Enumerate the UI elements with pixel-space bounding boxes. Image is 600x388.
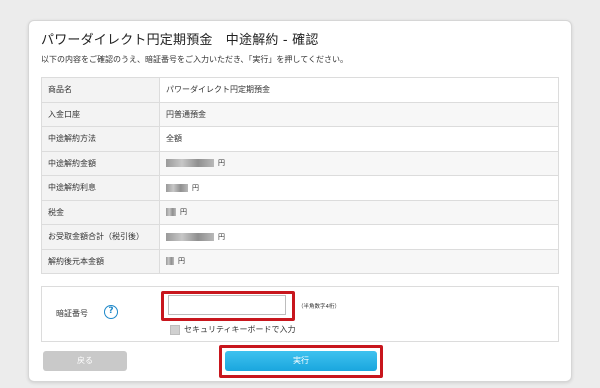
masked-amount <box>166 208 176 217</box>
table-row: 税金 円 <box>41 199 559 225</box>
table-row: 商品名 パワーダイレクト円定期預金 <box>41 77 559 103</box>
row-value-cell: 円 <box>159 175 559 201</box>
row-label: 中途解約方法 <box>41 126 160 152</box>
masked-amount <box>166 257 174 266</box>
pin-label: 暗証番号 <box>56 309 88 318</box>
security-keyboard-option[interactable]: セキュリティキーボードで入力 <box>170 324 296 335</box>
security-keyboard-label: セキュリティキーボードで入力 <box>184 325 296 334</box>
row-value-cell: 円 <box>159 150 559 176</box>
back-button[interactable]: 戻る <box>43 351 127 371</box>
input-highlight-frame <box>161 291 295 321</box>
row-label: 税金 <box>41 199 160 225</box>
details-table: 商品名 パワーダイレクト円定期預金 入金口座 円普通預金 中途解約方法 全額 中… <box>41 77 559 274</box>
question-circle-icon[interactable]: ? <box>104 305 118 319</box>
table-row: 中途解約方法 全額 <box>41 126 559 152</box>
table-row: 解約後元本金額 円 <box>41 248 559 274</box>
table-row: 中途解約利息 円 <box>41 175 559 201</box>
page-title: パワーダイレクト円定期預金 中途解約 - 確認 <box>41 33 319 48</box>
row-value-cell: 円 <box>159 224 559 250</box>
row-label: 入金口座 <box>41 101 160 127</box>
pin-format-note: （半角数字4桁） <box>298 304 340 310</box>
currency-unit: 円 <box>192 183 199 192</box>
masked-amount <box>166 159 214 168</box>
row-label: 解約後元本金額 <box>41 248 160 274</box>
row-value-cell: 円 <box>159 199 559 225</box>
row-label: 中途解約金額 <box>41 150 160 176</box>
pin-section: 暗証番号 ? （半角数字4桁） セキュリティキーボードで入力 <box>41 286 559 342</box>
button-highlight-frame <box>219 345 383 378</box>
row-value: 円普通預金 <box>159 101 559 127</box>
table-row: 入金口座 円普通預金 <box>41 101 559 127</box>
row-value-cell: 円 <box>159 248 559 274</box>
masked-amount <box>166 232 214 241</box>
row-value: パワーダイレクト円定期預金 <box>159 77 559 103</box>
checkbox[interactable] <box>170 324 180 335</box>
table-row: 中途解約金額 円 <box>41 150 559 176</box>
currency-unit: 円 <box>218 232 225 241</box>
currency-unit: 円 <box>218 159 225 168</box>
instruction-text: 以下の内容をご確認のうえ、暗証番号をご入力いただき、「実行」を押してください。 <box>41 55 348 64</box>
currency-unit: 円 <box>178 257 185 266</box>
currency-unit: 円 <box>180 208 187 217</box>
masked-amount <box>166 183 188 192</box>
confirmation-card: パワーダイレクト円定期預金 中途解約 - 確認 以下の内容をご確認のうえ、暗証番… <box>28 20 572 382</box>
row-label: お受取金額合計（税引後） <box>41 224 160 250</box>
row-label: 中途解約利息 <box>41 175 160 201</box>
table-row: お受取金額合計（税引後） 円 <box>41 224 559 250</box>
row-label: 商品名 <box>41 77 160 103</box>
row-value: 全額 <box>159 126 559 152</box>
